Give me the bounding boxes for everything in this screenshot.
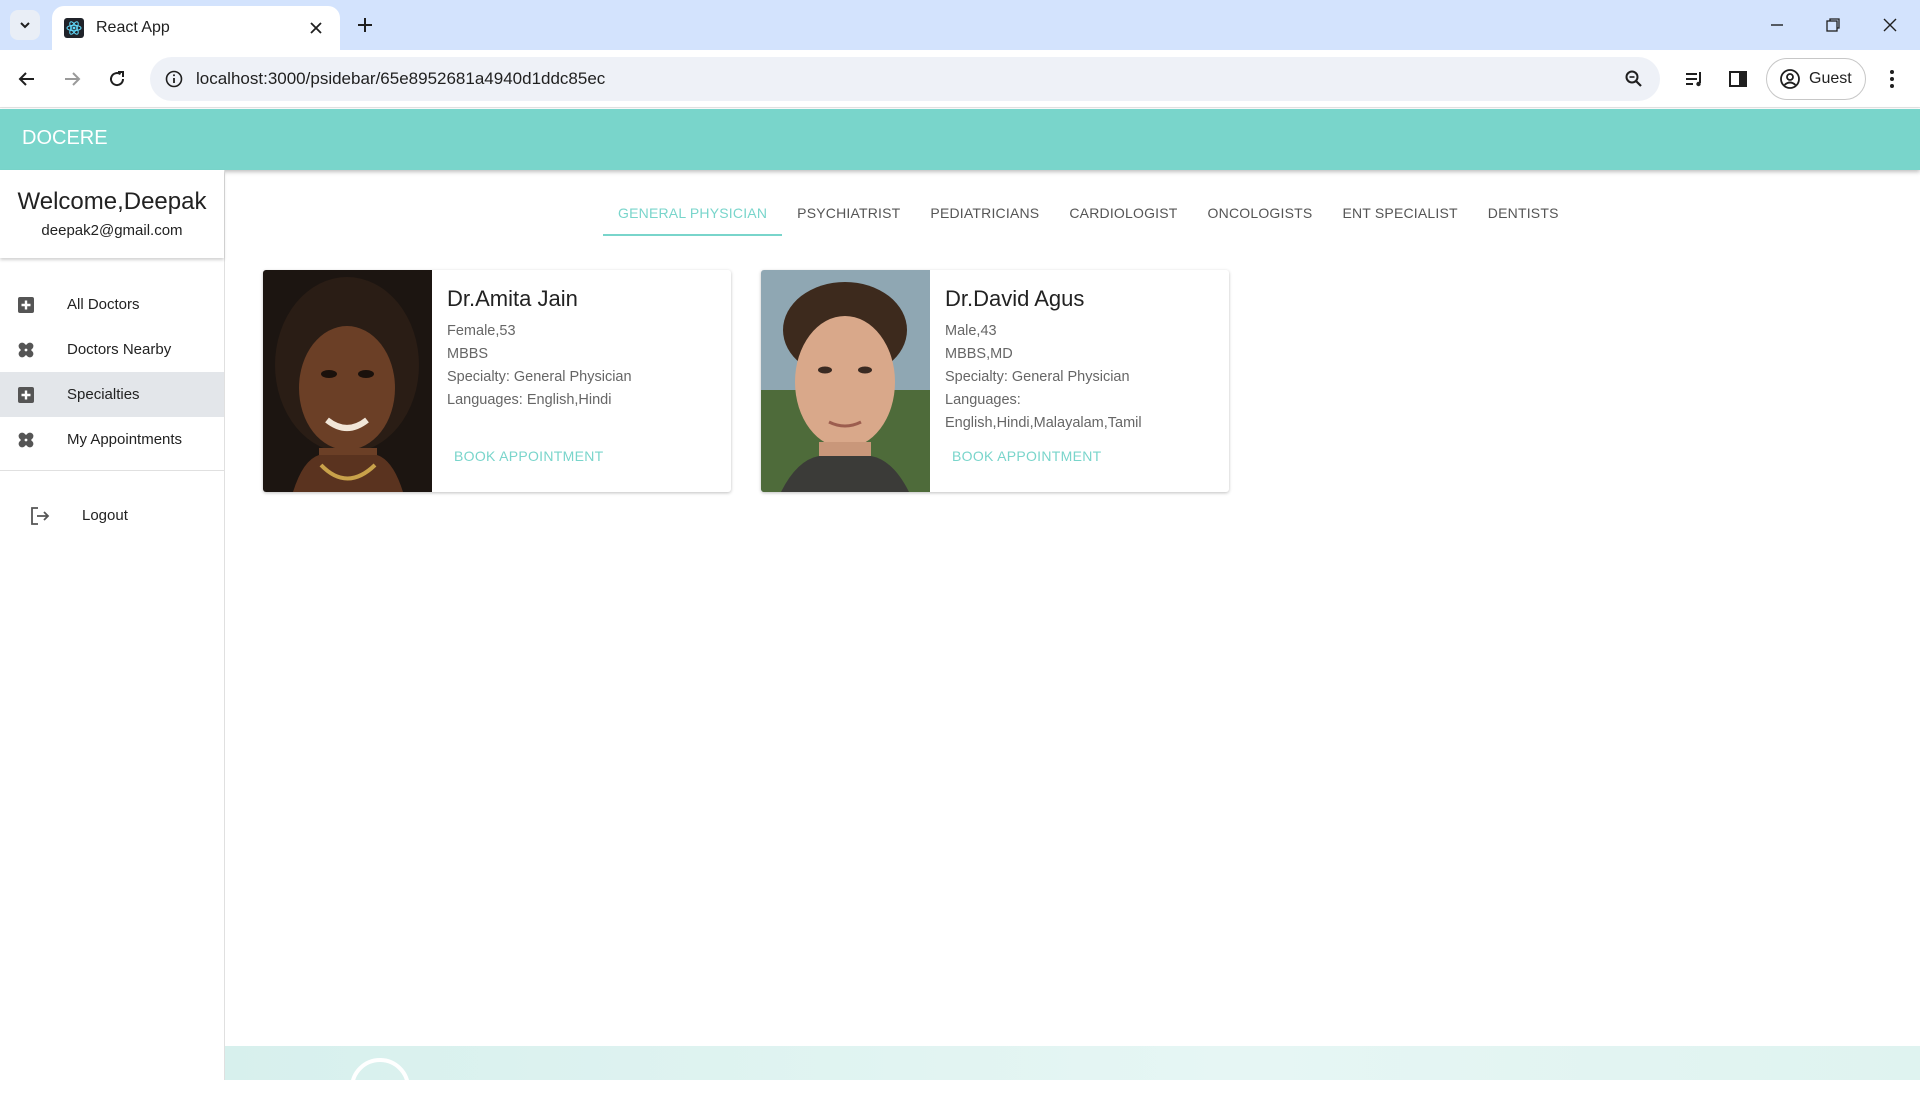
zoom-icon[interactable] [1622,67,1646,91]
plus-icon [358,18,372,32]
doctor-degree: MBBS,MD [945,346,1013,362]
tab-psychiatrist[interactable]: PSYCHIATRIST [782,196,915,236]
doctor-info: Dr.Amita Jain Female,53 MBBS Specialty: … [447,286,721,412]
react-logo-icon [64,18,84,38]
languages-value: English,Hindi,Malayalam,Tamil [945,415,1142,431]
sidebar-item-label: Doctors Nearby [67,341,172,358]
logout-label: Logout [82,507,128,524]
more-vertical-icon [1890,70,1894,88]
restore-icon [1826,18,1840,32]
url-text[interactable]: localhost:3000/psidebar/65e8952681a4940d… [196,69,605,89]
tab-dentists[interactable]: DENTISTS [1473,196,1574,236]
side-panel-icon[interactable] [1723,64,1753,94]
doctor-photo [263,270,432,492]
doctor-card: Dr.David Agus Male,43 MBBS,MD Specialty:… [761,270,1229,492]
new-tab-button[interactable] [352,12,378,38]
browser-menu-button[interactable] [1880,66,1904,92]
address-bar[interactable]: localhost:3000/psidebar/65e8952681a4940d… [150,57,1660,101]
sidebar-item-label: Specialties [67,386,140,403]
user-profile-card: Welcome,Deepak deepak2@gmail.com [0,170,224,258]
tab-general-physician[interactable]: GENERAL PHYSICIAN [603,196,783,236]
sidebar-divider [0,470,224,471]
tab-cardiologist[interactable]: CARDIOLOGIST [1054,196,1192,236]
user-email: deepak2@gmail.com [41,222,183,239]
languages-label: Languages: [945,392,1021,408]
browser-tabstrip: React App [0,0,1920,50]
logout-button[interactable]: Logout [0,490,224,540]
welcome-text: Welcome,Deepak [17,188,207,215]
brand-logo[interactable]: DOCERE [22,127,108,150]
sidebar-item-label: My Appointments [67,431,183,448]
book-appointment-button[interactable]: BOOK APPOINTMENT [952,448,1102,464]
bandage-icon [16,430,36,450]
languages-label: Languages: [447,392,523,408]
doctor-photo [761,270,930,492]
tab-title: React App [96,19,170,36]
forward-button[interactable] [55,62,89,96]
bandage-icon [16,340,36,360]
site-info-icon[interactable] [162,67,186,91]
sidebar-item-all-doctors[interactable]: All Doctors [0,282,224,327]
media-control-icon[interactable] [1679,64,1709,94]
doctor-card: Dr.Amita Jain Female,53 MBBS Specialty: … [263,270,731,492]
sidebar: Welcome,Deepak deepak2@gmail.com All Doc… [0,170,225,1080]
tab-search-button[interactable] [10,10,40,40]
doctor-gender-age: Female,53 [447,323,516,339]
account-circle-icon [1780,69,1800,89]
chevron-down-icon [20,22,30,29]
arrow-right-icon [65,72,81,86]
sidebar-item-doctors-nearby[interactable]: Doctors Nearby [0,327,224,372]
profile-label: Guest [1809,70,1852,87]
footer-banner [225,1046,1920,1080]
specialty-tabs: GENERAL PHYSICIAN PSYCHIATRIST PEDIATRIC… [603,196,1574,236]
languages-value: English,Hindi [526,392,612,408]
footer-decoration [350,1058,410,1118]
minimize-button[interactable] [1764,12,1790,38]
doctor-gender-age: Male,43 [945,323,997,339]
tab-pediatricians[interactable]: PEDIATRICIANS [915,196,1054,236]
close-window-button[interactable] [1877,12,1903,38]
book-appointment-button[interactable]: BOOK APPOINTMENT [454,448,604,464]
profile-button[interactable]: Guest [1766,58,1866,100]
reload-button[interactable] [100,62,134,96]
back-button[interactable] [10,62,44,96]
reload-icon [110,71,125,87]
tab-ent-specialist[interactable]: ENT SPECIALIST [1327,196,1472,236]
doctor-name: Dr.David Agus [945,286,1085,311]
sidebar-menu: All Doctors Doctors Nearby Specialties M… [0,282,224,462]
close-tab-icon[interactable] [304,16,328,40]
app-bar: DOCERE [0,109,1920,170]
doctor-info: Dr.David Agus Male,43 MBBS,MD Specialty:… [945,286,1219,435]
arrow-left-icon [18,72,34,86]
tab-oncologists[interactable]: ONCOLOGISTS [1193,196,1328,236]
plus-box-icon [16,295,36,315]
doctor-specialty: Specialty: General Physician [945,369,1130,385]
sidebar-item-label: All Doctors [67,296,140,313]
browser-toolbar: localhost:3000/psidebar/65e8952681a4940d… [0,50,1920,108]
sidebar-item-my-appointments[interactable]: My Appointments [0,417,224,462]
plus-box-icon [16,385,36,405]
restore-button[interactable] [1820,12,1846,38]
logout-icon [29,505,51,527]
minimize-icon [1771,24,1783,26]
browser-tab[interactable]: React App [52,6,340,50]
sidebar-item-specialties[interactable]: Specialties [0,372,224,417]
doctor-name: Dr.Amita Jain [447,286,578,311]
doctor-degree: MBBS [447,346,489,362]
close-icon [1883,18,1897,32]
doctor-specialty: Specialty: General Physician [447,369,632,385]
doctor-languages: Languages: English,Hindi [447,389,721,412]
